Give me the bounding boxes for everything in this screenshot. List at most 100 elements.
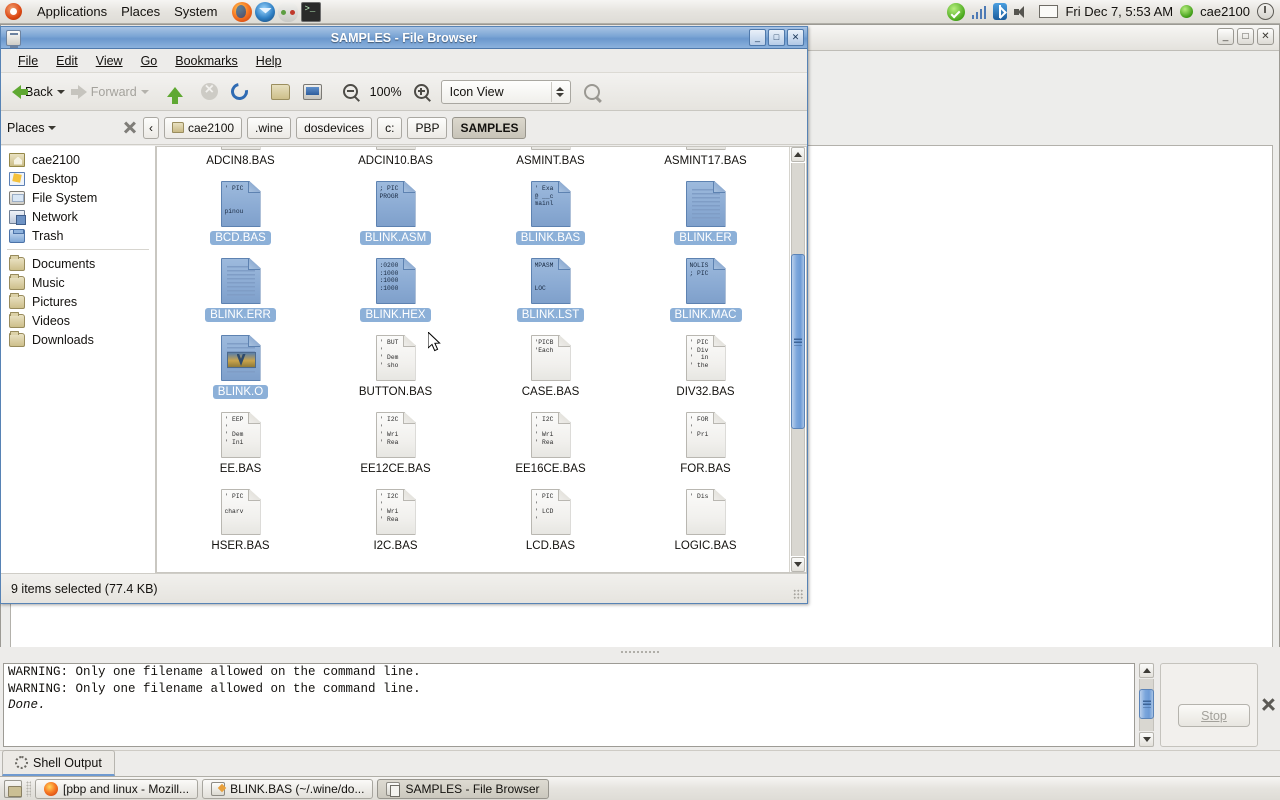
file-icon[interactable]: NOLIS ; PIC [685,258,726,304]
view-mode-select[interactable]: Icon View [440,79,571,104]
file-browser-minimize-button[interactable]: _ [749,29,766,46]
update-ok-icon[interactable] [946,2,965,21]
file-icon[interactable]: ' I2C ' ' Wri ' Rea [530,412,571,458]
show-desktop-icon[interactable] [4,779,22,798]
sidebar-item-music[interactable]: Music [1,273,155,292]
menu-places[interactable]: Places [114,2,167,21]
sidebar-item-cae2100[interactable]: cae2100 [1,150,155,169]
file-item[interactable]: ASMINT17.BAS [628,147,783,176]
chevron-down-icon[interactable] [140,89,149,94]
file-item[interactable]: ASMINT.BAS [473,147,628,176]
file-item[interactable]: ' PIC pinou BCD.BAS [163,176,318,253]
file-icon[interactable] [685,147,726,150]
file-icon[interactable]: ; PIC PROGR [375,181,416,227]
file-icon[interactable]: ' BUT ' ' Dem ' sho [375,335,416,381]
computer-button[interactable] [298,81,327,103]
icon-grid[interactable]: ADCIN8.BAS ADCIN10.BAS ASMINT.BAS ASMINT17.… [157,147,789,572]
file-icon[interactable]: ' PIC ' ' LCD ' [530,489,571,535]
power-icon[interactable] [1257,3,1274,20]
file-icon[interactable]: ' EEP ' ' Dem ' Ini [220,412,261,458]
menu-system[interactable]: System [167,2,224,21]
file-icon[interactable] [220,258,261,304]
file-icon[interactable]: ' PIC pinou [220,181,261,227]
file-icon[interactable] [375,147,416,150]
zoom-out-button[interactable] [338,81,363,102]
breadcrumb-cae2100[interactable]: cae2100 [164,116,243,139]
close-shell-pane-icon[interactable] [1261,697,1276,712]
file-item[interactable]: 'PICB 'Each CASE.BAS [473,330,628,407]
sidebar-item-desktop[interactable]: Desktop [1,169,155,188]
menu-bookmarks[interactable]: Bookmarks [166,52,247,70]
file-item[interactable]: ' Exa @ __c mainl BLINK.BAS [473,176,628,253]
file-icon[interactable]: 'PICB 'Each [530,335,571,381]
sidebar-item-pictures[interactable]: Pictures [1,292,155,311]
file-item[interactable]: ADCIN8.BAS [163,147,318,176]
file-item[interactable]: ' I2C ' ' Wri ' Rea EE12CE.BAS [318,407,473,484]
back-button[interactable]: Back [7,82,70,102]
editor-close-button[interactable]: ✕ [1257,28,1274,45]
menu-edit[interactable]: Edit [47,52,87,70]
terminal-icon[interactable] [301,1,322,22]
file-item[interactable]: ' Dis LOGIC.BAS [628,484,783,561]
bluetooth-icon[interactable] [993,3,1008,20]
reload-button[interactable] [226,79,253,104]
file-item[interactable]: ' FOR ' ' Pri FOR.BAS [628,407,783,484]
file-item[interactable]: ' PIC ' ' LCD ' LCD.BAS [473,484,628,561]
file-icon[interactable]: ' I2C ' ' Wri ' Rea [375,412,416,458]
file-browser-maximize-button[interactable]: □ [768,29,785,46]
task-button-firefox[interactable]: [pbp and linux - Mozill... [35,778,199,799]
sidebar-item-documents[interactable]: Documents [1,254,155,273]
menu-help[interactable]: Help [247,52,291,70]
file-item[interactable]: ' BUT ' ' Dem ' sho BUTTON.BAS [318,330,473,407]
file-item[interactable]: MPASM LOC BLINK.LST [473,253,628,330]
scrollbar-thumb[interactable] [1139,689,1154,719]
file-icon[interactable]: ' Exa @ __c mainl [530,181,571,227]
search-icon[interactable] [583,83,600,100]
thunderbird-icon[interactable] [255,1,276,22]
file-icon[interactable] [220,147,261,150]
file-item[interactable]: ' PIC ' Div ' in ' the DIV32.BAS [628,330,783,407]
task-button-file-browser[interactable]: SAMPLES - File Browser [377,778,549,799]
file-icon[interactable]: ' I2C ' ' Wri ' Rea [375,489,416,535]
file-item[interactable]: ; PIC PROGR BLINK.ASM [318,176,473,253]
up-button[interactable] [157,84,188,104]
sidebar-item-file-system[interactable]: File System [1,188,155,207]
file-icon[interactable]: ' PIC ' Div ' in ' the [685,335,726,381]
file-browser-close-button[interactable]: ✕ [787,29,804,46]
stop-button[interactable]: Stop [1178,704,1250,727]
firefox-icon[interactable] [232,1,253,22]
file-icon[interactable]: ' FOR ' ' Pri [685,412,726,458]
forward-button[interactable]: Forward [70,82,154,102]
signal-bars-icon[interactable] [971,5,987,19]
file-icon[interactable]: ' Dis [685,489,726,535]
scroll-up-button[interactable] [791,147,805,162]
file-item[interactable]: ' I2C ' ' Wri ' Rea I2C.BAS [318,484,473,561]
file-item[interactable]: BLINK.O [163,330,318,407]
menu-applications[interactable]: Applications [30,2,114,21]
scroll-up-button[interactable] [1139,663,1154,678]
file-item[interactable]: BLINK.ERR [163,253,318,330]
volume-icon[interactable] [1014,5,1032,19]
breadcrumb-prev-button[interactable]: ‹ [143,116,159,139]
username-label[interactable]: cae2100 [1200,4,1250,19]
file-item[interactable]: BLINK.ER [628,176,783,253]
file-list-vertical-scrollbar[interactable] [789,147,806,572]
editor-minimize-button[interactable]: _ [1217,28,1234,45]
file-browser-titlebar[interactable]: SAMPLES - File Browser _ □ ✕ [1,27,807,49]
file-item[interactable]: ADCIN10.BAS [318,147,473,176]
mail-icon[interactable] [1039,5,1059,18]
stop-loading-button[interactable] [191,80,223,103]
ubuntu-logo-icon[interactable] [5,3,22,20]
home-button[interactable] [266,81,295,103]
user-status-icon[interactable] [1180,5,1194,18]
breadcrumb-wine[interactable]: .wine [247,116,292,139]
menu-file[interactable]: File [9,52,47,70]
close-sidebar-icon[interactable] [122,120,138,136]
breadcrumb-samples[interactable]: SAMPLES [452,116,527,139]
places-dropdown[interactable]: Places [7,121,117,135]
gamepad-icon[interactable] [278,1,299,22]
menu-view[interactable]: View [87,52,132,70]
file-item[interactable]: ' EEP ' ' Dem ' Ini EE.BAS [163,407,318,484]
scroll-down-button[interactable] [1139,732,1154,747]
clock-label[interactable]: Fri Dec 7, 5:53 AM [1065,4,1173,19]
